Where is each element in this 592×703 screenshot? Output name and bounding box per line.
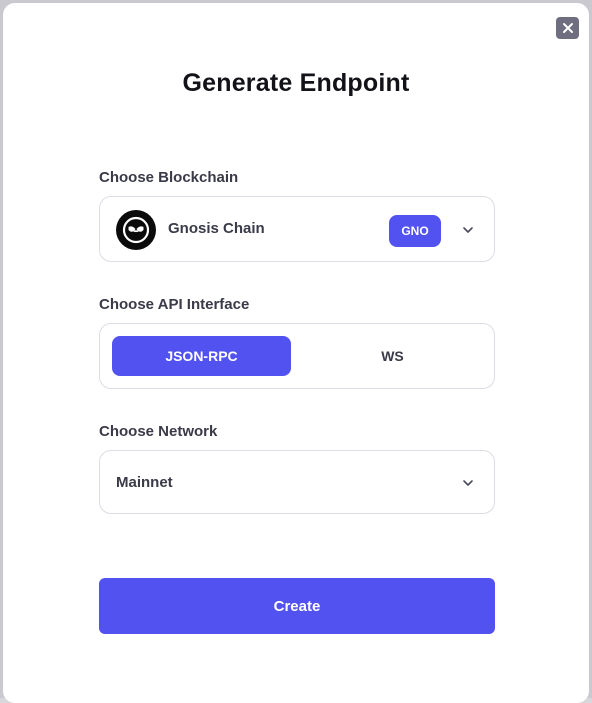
blockchain-select[interactable]: Gnosis Chain GNO <box>99 196 495 262</box>
blockchain-label: Choose Blockchain <box>99 169 239 186</box>
api-interface-toggle: JSON-RPC WS <box>99 323 495 389</box>
network-select[interactable]: Mainnet <box>99 450 495 514</box>
close-icon <box>562 23 573 33</box>
api-interface-label: Choose API Interface <box>99 296 250 313</box>
chain-ticker-badge: GNO <box>389 215 441 247</box>
chevron-down-icon <box>462 477 474 489</box>
network-selected-value: Mainnet <box>116 474 173 491</box>
json-rpc-option[interactable]: JSON-RPC <box>112 336 291 376</box>
ws-option[interactable]: WS <box>303 336 482 376</box>
network-label: Choose Network <box>99 423 218 440</box>
gnosis-logo-icon <box>116 210 156 250</box>
blockchain-selected-name: Gnosis Chain <box>168 220 265 237</box>
create-button[interactable]: Create <box>99 578 495 634</box>
close-button[interactable] <box>556 17 579 39</box>
generate-endpoint-modal: Generate Endpoint Choose Blockchain Gnos… <box>3 3 589 703</box>
chevron-down-icon <box>462 224 474 236</box>
modal-title: Generate Endpoint <box>182 69 410 97</box>
